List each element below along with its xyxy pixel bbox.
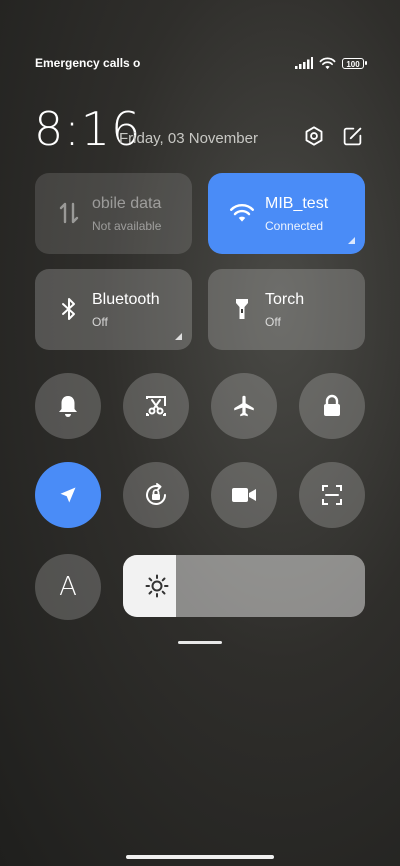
torch-icon xyxy=(229,296,255,322)
torch-label: Torch xyxy=(265,291,305,308)
wifi-icon xyxy=(229,200,255,226)
bluetooth-icon xyxy=(56,296,82,322)
expand-corner-icon[interactable] xyxy=(175,333,182,340)
carrier-text: Emergency calls o xyxy=(35,56,141,70)
auto-brightness-button[interactable]: A xyxy=(35,554,101,620)
settings-icon[interactable] xyxy=(302,124,326,148)
status-bar: Emergency calls o 100 xyxy=(35,52,367,74)
mobile-data-icon xyxy=(56,200,82,226)
bell-icon xyxy=(59,396,77,417)
bluetooth-tile[interactable]: Bluetooth Off xyxy=(35,269,192,350)
battery-level: 100 xyxy=(346,59,360,69)
screenshot-toggle[interactable] xyxy=(123,373,189,439)
lock-icon xyxy=(324,394,340,416)
home-indicator[interactable] xyxy=(126,855,274,859)
sun-icon xyxy=(145,574,169,598)
torch-status: Off xyxy=(265,315,281,329)
clock: 8:16 xyxy=(34,102,142,156)
bluetooth-label: Bluetooth xyxy=(92,291,160,308)
screenshot-icon xyxy=(146,396,166,416)
rotation-lock-toggle[interactable] xyxy=(123,462,189,528)
mobile-data-label: obile data xyxy=(92,195,162,212)
torch-tile[interactable]: Torch Off xyxy=(208,269,365,350)
wifi-status: Connected xyxy=(265,219,324,233)
airplane-icon xyxy=(234,395,254,417)
location-icon xyxy=(60,487,76,503)
airplane-toggle[interactable] xyxy=(211,373,277,439)
panel-drag-handle[interactable] xyxy=(178,641,222,644)
scan-icon xyxy=(322,485,342,505)
scanner-toggle[interactable] xyxy=(299,462,365,528)
bluetooth-status: Off xyxy=(92,315,108,329)
mobile-data-status: Not available xyxy=(92,219,162,233)
video-camera-icon xyxy=(232,488,256,502)
silent-toggle[interactable] xyxy=(35,373,101,439)
signal-icon xyxy=(295,57,313,69)
screen-recorder-toggle[interactable] xyxy=(211,462,277,528)
wifi-status-icon xyxy=(319,57,336,69)
wifi-tile[interactable]: MIB_test Connected xyxy=(208,173,365,254)
brightness-slider[interactable] xyxy=(123,555,365,617)
battery-icon: 100 xyxy=(342,57,367,69)
lock-toggle[interactable] xyxy=(299,373,365,439)
wifi-network-name: MIB_test xyxy=(265,195,329,212)
rotation-lock-icon xyxy=(146,483,166,505)
expand-corner-icon[interactable] xyxy=(348,237,355,244)
status-icons: 100 xyxy=(295,57,367,70)
location-toggle[interactable] xyxy=(35,462,101,528)
auto-brightness-label: A xyxy=(59,572,77,602)
date: Friday, 03 November xyxy=(119,130,258,147)
edit-icon[interactable] xyxy=(340,124,364,148)
mobile-data-tile[interactable]: obile data Not available xyxy=(35,173,192,254)
